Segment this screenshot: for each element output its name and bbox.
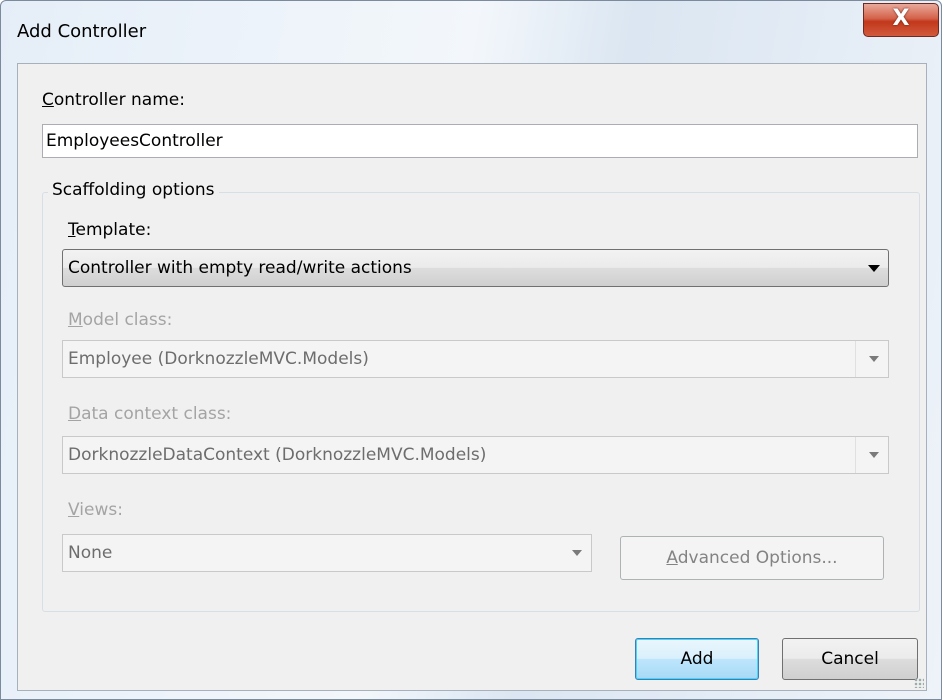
template-selected-value: Controller with empty read/write actions (68, 258, 412, 278)
button-label: dvanced Options... (677, 548, 838, 568)
chevron-down-icon (572, 550, 582, 556)
data-context-selected-value: DorknozzleDataContext (DorknozzleMVC.Mod… (68, 445, 487, 465)
accelerator-key: C (42, 90, 54, 110)
dropdown-separator (855, 341, 856, 377)
accelerator-key: D (68, 404, 82, 424)
views-label: Views: (68, 500, 123, 520)
views-selected-value: None (68, 543, 113, 563)
label-text: ata context class: (81, 404, 232, 424)
views-dropdown[interactable]: None (62, 534, 592, 572)
accelerator-key: T (68, 220, 76, 240)
label-text: odel class: (82, 310, 173, 330)
close-button[interactable]: X (863, 3, 939, 37)
accelerator-key: A (666, 548, 678, 568)
label-text: iews: (79, 500, 123, 520)
template-label: Template: (68, 220, 151, 240)
model-class-selected-value: Employee (DorknozzleMVC.Models) (68, 349, 369, 369)
add-button[interactable]: Add (635, 638, 759, 680)
scaffolding-options-legend: Scaffolding options (48, 180, 219, 200)
chevron-down-icon (869, 356, 879, 362)
controller-name-label: Controller name: (42, 90, 185, 110)
template-dropdown[interactable]: Controller with empty read/write actions (62, 249, 889, 287)
label-text: ontroller name: (53, 90, 185, 110)
chevron-down-icon (868, 265, 880, 272)
model-class-dropdown[interactable]: Employee (DorknozzleMVC.Models) (62, 340, 889, 378)
resize-grip-icon[interactable] (914, 678, 924, 688)
window-title: Add Controller (17, 21, 147, 42)
accelerator-key: V (68, 500, 80, 520)
dialog-body: Controller name: EmployeesController Sca… (17, 63, 927, 691)
label-text: emplate: (75, 220, 152, 240)
data-context-class-dropdown[interactable]: DorknozzleDataContext (DorknozzleMVC.Mod… (62, 436, 889, 474)
model-class-label: Model class: (68, 310, 172, 330)
data-context-class-label: Data context class: (68, 404, 231, 424)
accelerator-key: M (68, 310, 83, 330)
close-icon: X (892, 6, 910, 31)
cancel-button[interactable]: Cancel (782, 638, 918, 680)
dropdown-separator (855, 437, 856, 473)
controller-name-input[interactable]: EmployeesController (42, 124, 918, 158)
advanced-options-button[interactable]: Advanced Options... (620, 536, 884, 580)
chevron-down-icon (869, 452, 879, 458)
add-controller-dialog: Add Controller X Controller name: Employ… (0, 0, 942, 700)
title-bar[interactable]: Add Controller X (1, 1, 941, 63)
